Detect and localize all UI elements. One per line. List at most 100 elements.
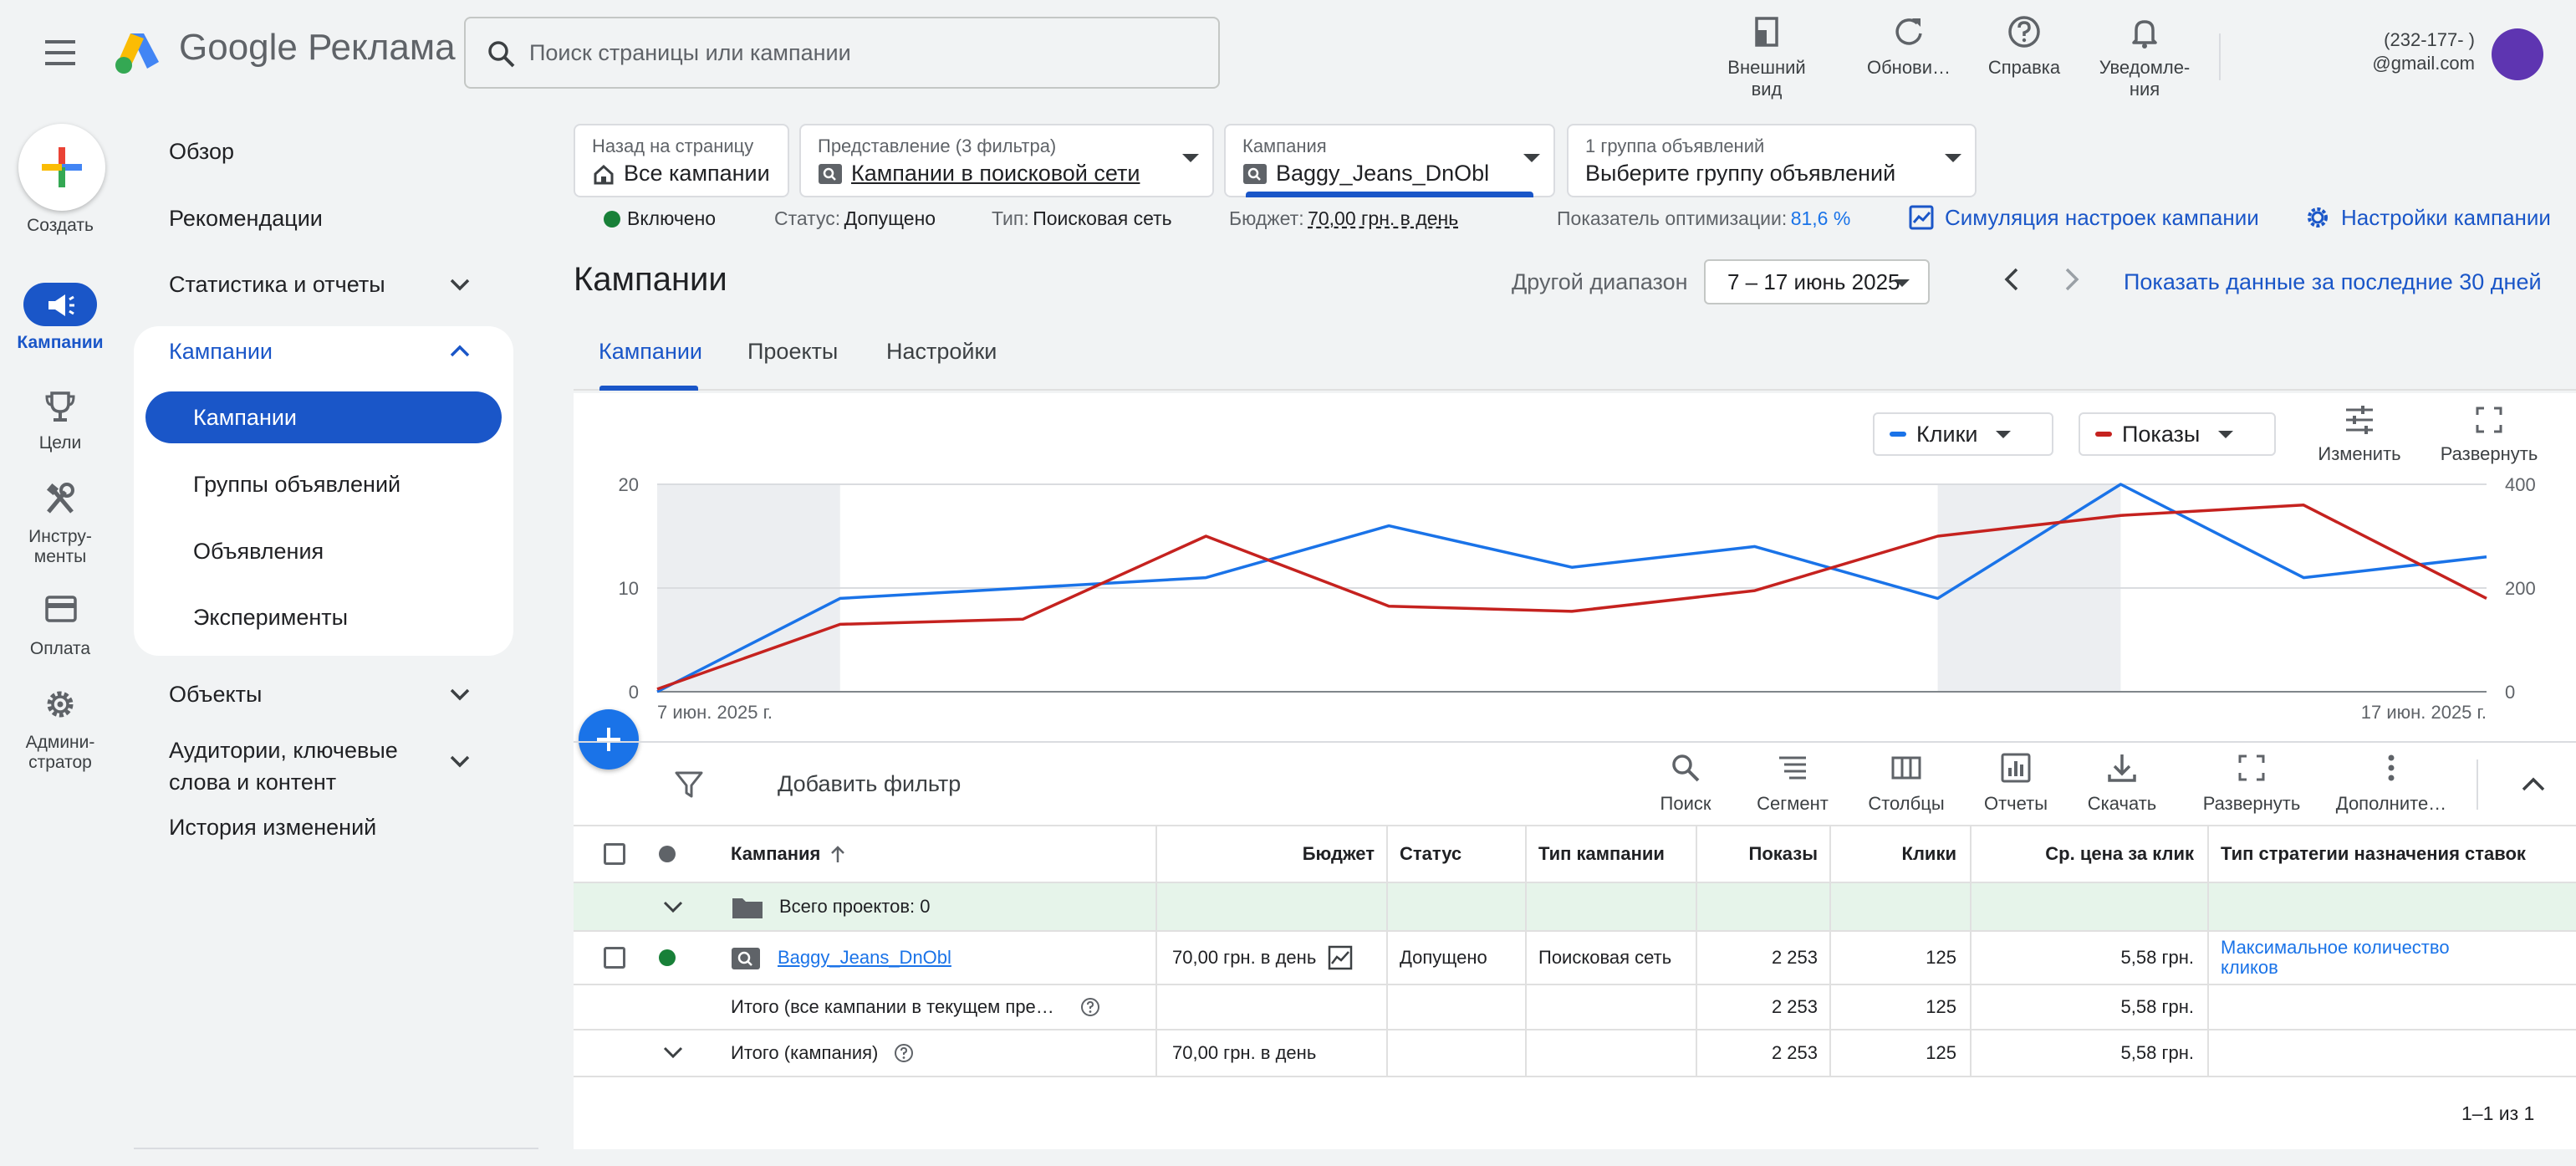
date-range-select[interactable]: 7 – 17 июнь 2025 bbox=[1704, 259, 1930, 304]
rail-campaigns[interactable] bbox=[23, 283, 97, 326]
column-header-bidding-strategy[interactable]: Тип стратегии назначения ставок bbox=[2209, 826, 2560, 882]
chart-expand-button[interactable]: Развернуть bbox=[2435, 403, 2543, 465]
search-box[interactable] bbox=[464, 17, 1220, 89]
nav-stats-reports[interactable]: Статистика и отчеты bbox=[169, 272, 385, 298]
nav-objects[interactable]: Объекты bbox=[169, 682, 262, 708]
nav-audiences-line1: Аудитории, ключевые bbox=[169, 738, 398, 763]
view-pill[interactable]: Представление (3 фильтра) Кампании в пои… bbox=[799, 124, 1214, 197]
rail-tools-label: Инстру-менты bbox=[28, 527, 92, 566]
toolbar-segment-label: Сегмент bbox=[1757, 793, 1829, 814]
adgroup-pill[interactable]: 1 группа объявлений Выберите группу объя… bbox=[1567, 124, 1977, 197]
row-bidding-strategy-link[interactable]: Максимальное количество кликов bbox=[2209, 932, 2450, 984]
account-info[interactable]: (232-177- ) @gmail.com bbox=[2274, 28, 2475, 75]
metric-clicks-select[interactable]: Клики bbox=[1873, 412, 2053, 456]
appearance-button[interactable]: Внешний вид bbox=[1696, 12, 1838, 104]
rail-goals[interactable] bbox=[23, 386, 97, 430]
column-header-clicks[interactable]: Клики bbox=[1831, 826, 1968, 882]
row-checkbox[interactable] bbox=[604, 947, 625, 969]
budget-chart-icon[interactable] bbox=[1328, 945, 1353, 970]
total-campaign-impressions: 2 253 bbox=[1771, 1042, 1818, 1063]
notifications-label: Уведомле-ния bbox=[2099, 57, 2191, 100]
tab-campaigns[interactable]: Кампании bbox=[599, 339, 702, 365]
chevron-down-icon[interactable] bbox=[445, 269, 475, 299]
toolbar-download-button[interactable]: Скачать bbox=[2068, 751, 2176, 815]
rail-billing[interactable] bbox=[23, 589, 97, 632]
nav-sub-ads[interactable]: Объявления bbox=[193, 539, 324, 565]
col-divider bbox=[1386, 985, 1388, 1029]
column-header-type[interactable]: Тип кампании bbox=[1527, 826, 1694, 882]
campaign-pill[interactable]: Кампания Baggy_Jeans_DnObl bbox=[1224, 124, 1555, 197]
simulate-settings-link[interactable]: Симуляция настроек кампании bbox=[1908, 204, 2259, 231]
toolbar-columns-button[interactable]: Столбцы bbox=[1852, 751, 1961, 815]
dropdown-caret-icon bbox=[1996, 430, 2012, 438]
nav-change-history[interactable]: История изменений bbox=[169, 815, 376, 841]
table-row[interactable]: Baggy_Jeans_DnObl 70,00 грн. в день Допу… bbox=[574, 932, 2576, 985]
chevron-down-icon[interactable] bbox=[661, 895, 686, 920]
hamburger-icon bbox=[45, 40, 75, 65]
rail-billing-label: Оплата bbox=[29, 639, 91, 658]
campaigns-table: Кампания Бюджет Статус Тип кампании Пока… bbox=[574, 826, 2576, 1077]
campaign-name-link[interactable]: Baggy_Jeans_DnObl bbox=[778, 932, 951, 984]
nav-audiences[interactable]: Аудитории, ключевые слова и контент bbox=[169, 734, 398, 798]
add-filter-button[interactable]: Добавить фильтр bbox=[778, 771, 961, 797]
column-header-cpc[interactable]: Ср. цена за клик bbox=[1972, 826, 2206, 882]
campaign-settings-link[interactable]: Настройки кампании bbox=[2304, 204, 2551, 231]
opt-value[interactable]: 81,6 % bbox=[1791, 207, 1851, 229]
search-input[interactable] bbox=[529, 32, 1198, 74]
status-budget: Бюджет: 70,00 грн. в день bbox=[1229, 207, 1458, 230]
dropdown-caret-icon bbox=[1895, 279, 1910, 287]
notifications-button[interactable]: Уведомле-ния bbox=[2074, 12, 2216, 104]
nav-recommendations[interactable]: Рекомендации bbox=[169, 206, 323, 232]
budget-value[interactable]: 70,00 грн. в день bbox=[1308, 207, 1458, 229]
filter-icon[interactable] bbox=[672, 768, 706, 801]
chart-edit-button[interactable]: Изменить bbox=[2308, 403, 2411, 465]
select-all-checkbox[interactable] bbox=[604, 843, 625, 865]
toolbar-reports-button[interactable]: Отчеты bbox=[1961, 751, 2070, 815]
chevron-down-icon[interactable] bbox=[661, 1041, 686, 1066]
toolbar-more-button[interactable]: Дополните… bbox=[2333, 751, 2450, 815]
column-header-budget[interactable]: Бюджет bbox=[1157, 826, 1386, 882]
add-campaign-fab[interactable] bbox=[579, 709, 639, 770]
rail-admin[interactable] bbox=[23, 683, 97, 726]
col-divider bbox=[2207, 883, 2209, 930]
google-ads-logo-icon[interactable] bbox=[112, 28, 162, 75]
next-range-icon[interactable] bbox=[2058, 264, 2084, 294]
col-divider bbox=[1525, 985, 1527, 1029]
metric-impressions-select[interactable]: Показы bbox=[2079, 412, 2276, 456]
chevron-down-icon[interactable] bbox=[445, 679, 475, 709]
toolbar-segment-button[interactable]: Сегмент bbox=[1738, 751, 1847, 815]
toolbar-expand-button[interactable]: Развернуть bbox=[2193, 751, 2310, 815]
strategy-line2: кликов bbox=[2221, 957, 2278, 978]
create-button[interactable] bbox=[18, 124, 105, 211]
nav-sub-adgroups[interactable]: Группы объявлений bbox=[193, 472, 400, 498]
help-icon[interactable] bbox=[1079, 996, 1101, 1018]
nav-overview[interactable]: Обзор bbox=[169, 139, 234, 165]
status-column-header[interactable] bbox=[659, 826, 676, 882]
tab-projects[interactable]: Проекты bbox=[747, 339, 838, 365]
chevron-up-icon[interactable] bbox=[445, 336, 475, 366]
column-header-campaign[interactable]: Кампания bbox=[731, 826, 847, 882]
nav-campaigns-group[interactable]: Кампании bbox=[169, 339, 273, 365]
performance-chart: 0 0 10 200 20 400 7 июн. 2025 г. 17 июн. 2025 г… bbox=[619, 474, 2536, 723]
account-id: (232-177- ) bbox=[2384, 29, 2475, 50]
prev-range-icon[interactable] bbox=[2000, 264, 2025, 294]
column-header-status[interactable]: Статус bbox=[1388, 826, 1525, 882]
nav-sub-campaigns[interactable]: Кампании bbox=[193, 405, 297, 431]
collapse-up-icon[interactable] bbox=[2517, 768, 2550, 801]
header-campaign-text: Кампания bbox=[731, 843, 821, 864]
avatar[interactable] bbox=[2492, 28, 2543, 80]
rail-tools[interactable] bbox=[23, 478, 97, 522]
help-icon[interactable] bbox=[893, 1042, 915, 1064]
chevron-down-icon[interactable] bbox=[445, 746, 475, 776]
enabled-dot[interactable] bbox=[659, 949, 676, 966]
total-all-label: Итого (все кампании в текущем пре… bbox=[731, 996, 1054, 1017]
search-campaign-icon bbox=[732, 948, 760, 969]
main-menu-button[interactable] bbox=[35, 32, 85, 74]
nav-sub-experiments[interactable]: Эксперименты bbox=[193, 605, 348, 631]
last-30-days-link[interactable]: Показать данные за последние 30 дней bbox=[2124, 269, 2542, 295]
tab-settings[interactable]: Настройки bbox=[886, 339, 997, 365]
col-divider bbox=[1386, 1030, 1388, 1076]
toolbar-search-button[interactable]: Поиск bbox=[1631, 751, 1740, 815]
back-to-page-pill[interactable]: Назад на страницу Все кампании bbox=[574, 124, 789, 197]
column-header-impressions[interactable]: Показы bbox=[1697, 826, 1829, 882]
